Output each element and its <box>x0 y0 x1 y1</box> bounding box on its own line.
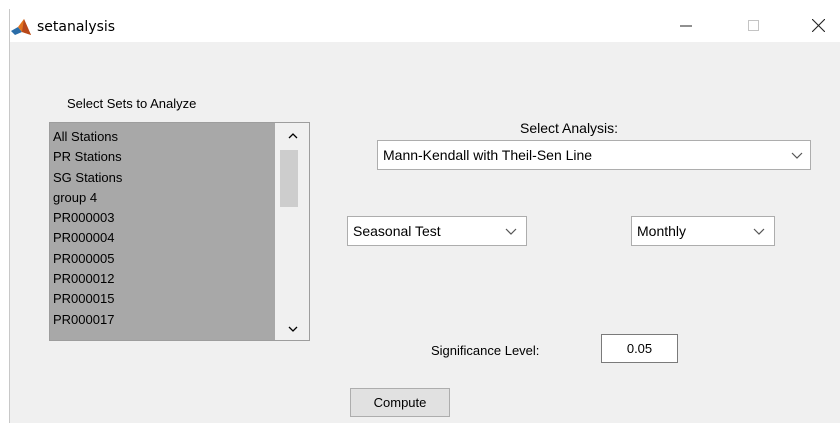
chevron-down-icon <box>753 228 765 235</box>
list-item[interactable]: PR000017 <box>50 310 275 330</box>
minimize-icon <box>680 25 692 26</box>
setanalysis-window: setanalysis Select Sets to Analyze All S… <box>9 9 840 423</box>
maximize-icon <box>747 20 759 31</box>
close-icon <box>811 19 825 32</box>
list-item[interactable]: PR000015 <box>50 289 275 309</box>
minimize-button[interactable] <box>663 9 709 42</box>
sets-listbox[interactable]: All Stations PR Stations SG Stations group … <box>49 122 310 341</box>
window-title: setanalysis <box>37 19 116 35</box>
list-scrollbar[interactable] <box>275 123 309 340</box>
list-item[interactable]: group 4 <box>50 188 275 208</box>
title-bar[interactable]: setanalysis <box>10 9 840 42</box>
test-type-dropdown[interactable]: Seasonal Test <box>347 216 527 246</box>
significance-input[interactable] <box>601 334 678 363</box>
list-item[interactable]: All Stations <box>50 127 275 147</box>
test-type-selected: Seasonal Test <box>353 223 441 239</box>
maximize-button[interactable] <box>730 9 776 42</box>
list-item[interactable]: SG Stations <box>50 168 275 188</box>
analysis-label: Select Analysis: <box>520 120 619 136</box>
period-selected: Monthly <box>637 223 687 239</box>
significance-label: Significance Level: <box>431 343 540 358</box>
chevron-down-icon <box>791 152 803 159</box>
scroll-down-button[interactable] <box>285 321 301 337</box>
sets-panel-label: Select Sets to Analyze <box>67 96 197 111</box>
list-item[interactable]: PR000005 <box>50 249 275 269</box>
scroll-up-button[interactable] <box>285 127 301 143</box>
list-item[interactable]: PR000003 <box>50 208 275 228</box>
close-button[interactable] <box>795 9 840 42</box>
chevron-down-icon <box>288 326 298 332</box>
period-dropdown[interactable]: Monthly <box>631 216 775 246</box>
matlab-logo-icon <box>11 19 31 35</box>
scroll-thumb[interactable] <box>280 150 298 207</box>
chevron-up-icon <box>288 132 298 138</box>
analysis-dropdown[interactable]: Mann-Kendall with Theil-Sen Line <box>377 140 811 170</box>
list-item[interactable]: PR000004 <box>50 228 275 248</box>
compute-button[interactable]: Compute <box>350 388 450 417</box>
analysis-selected: Mann-Kendall with Theil-Sen Line <box>383 147 593 163</box>
list-item[interactable]: PR000012 <box>50 269 275 289</box>
list-item[interactable]: PR Stations <box>50 147 275 167</box>
sets-list: All Stations PR Stations SG Stations group … <box>50 123 275 330</box>
chevron-down-icon <box>505 228 517 235</box>
